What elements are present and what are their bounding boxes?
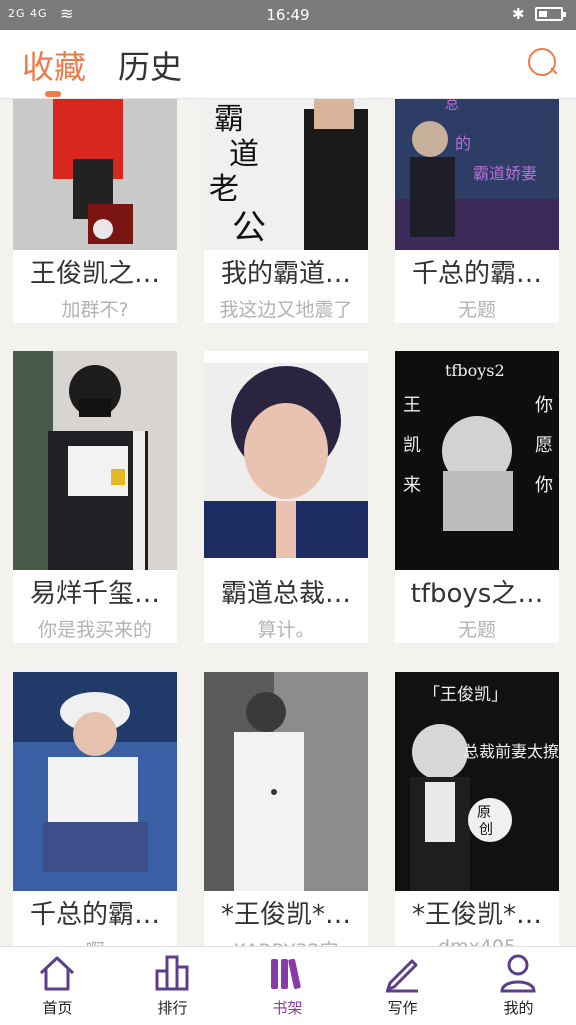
- book-title: 千总的霸…: [411, 259, 542, 289]
- tab-favorites[interactable]: 收藏: [22, 42, 86, 88]
- book-subtitle: 算计。: [257, 619, 315, 641]
- svg-text:你: 你: [535, 395, 553, 416]
- book-title: *王俊凯*…: [411, 900, 542, 930]
- status-bar: 2G 4G ≋ 16:49 ✱: [0, 0, 576, 30]
- book-title: 我的霸道…: [220, 259, 351, 289]
- battery-icon: [535, 7, 566, 21]
- nav-label: 首页: [42, 999, 73, 1017]
- book-cover: [13, 99, 177, 250]
- nav-label: 书架: [272, 999, 303, 1017]
- tab-history[interactable]: 历史: [118, 42, 182, 88]
- book-cover: 霸 道 老 公: [204, 99, 368, 250]
- svg-text:的: 的: [455, 134, 471, 153]
- bookshelf-grid: 王俊凯之… 加群不? 霸 道 老 公 我的霸道… 我这边又地震了 的 霸道娇妻 …: [0, 99, 576, 946]
- top-bar: 收藏 历史: [0, 30, 576, 99]
- svg-text:凯: 凯: [403, 435, 421, 456]
- svg-text:王: 王: [403, 395, 421, 416]
- svg-text:「王俊凯」: 「王俊凯」: [423, 685, 508, 705]
- book-title: 霸道总裁…: [220, 579, 351, 609]
- svg-text:霸道娇妻: 霸道娇妻: [473, 164, 537, 183]
- ranking-icon: [155, 955, 189, 991]
- active-tab-indicator: [45, 91, 61, 97]
- book-subtitle: 加群不?: [61, 299, 129, 321]
- nav-label: 我的: [503, 999, 534, 1017]
- svg-text:霸: 霸: [214, 102, 244, 137]
- bottom-nav: 首页 排行 书架 写作 我的: [0, 946, 576, 1025]
- svg-text:道: 道: [229, 137, 259, 172]
- book-card[interactable]: 的 霸道娇妻 总 千总的霸… 无题: [395, 99, 559, 323]
- svg-text:愿: 愿: [535, 435, 553, 456]
- svg-text:公: 公: [232, 208, 266, 248]
- book-subtitle: 无题: [457, 619, 496, 641]
- home-icon: [39, 956, 75, 991]
- svg-text:总裁前妻太撩人: 总裁前妻太撩人: [463, 742, 559, 761]
- book-cover: [13, 351, 177, 570]
- book-card[interactable]: 霸 道 老 公 我的霸道… 我这边又地震了: [204, 99, 368, 323]
- svg-text:总: 总: [445, 99, 459, 113]
- nav-write[interactable]: 写作: [345, 947, 460, 1025]
- book-card[interactable]: 「王俊凯」 总裁前妻太撩人 原 创 *王俊凯*… dmx405: [395, 672, 559, 946]
- svg-text:创: 创: [479, 822, 493, 838]
- svg-text:原: 原: [477, 805, 491, 821]
- book-cover: [204, 351, 368, 570]
- book-subtitle: KARRY32宝: [204, 936, 368, 946]
- svg-text:来: 来: [403, 475, 421, 496]
- user-icon: [500, 954, 536, 993]
- book-card[interactable]: *王俊凯*… KARRY32宝: [204, 672, 368, 946]
- book-card[interactable]: 王俊凯之… 加群不?: [13, 99, 177, 323]
- svg-text:老: 老: [209, 172, 239, 207]
- book-title: tfboys之…: [410, 579, 544, 609]
- svg-text:tfboys2: tfboys2: [445, 361, 505, 380]
- nav-label: 排行: [157, 999, 188, 1017]
- book-title: 易烊千玺…: [29, 579, 160, 609]
- book-cover: 「王俊凯」 总裁前妻太撩人 原 创: [395, 672, 559, 891]
- bookshelf-icon: [271, 958, 301, 989]
- nav-ranking[interactable]: 排行: [115, 947, 230, 1025]
- book-card[interactable]: 易烊千玺… 你是我买来的: [13, 351, 177, 643]
- nav-profile[interactable]: 我的: [461, 947, 576, 1025]
- book-subtitle: 啊: [13, 936, 177, 946]
- svg-text:你: 你: [535, 475, 553, 496]
- pen-icon: [386, 959, 418, 993]
- book-title: 王俊凯之…: [29, 259, 160, 289]
- book-card[interactable]: 霸道总裁… 算计。: [204, 351, 368, 643]
- book-title: *王俊凯*…: [220, 900, 351, 930]
- book-card[interactable]: tfboys2 王 凯 来 你 愿 你 tfboys之… 无题: [395, 351, 559, 643]
- book-cover: tfboys2 王 凯 来 你 愿 你: [395, 351, 559, 570]
- bluetooth-icon: ✱: [512, 5, 525, 23]
- nav-label: 写作: [387, 999, 418, 1017]
- book-subtitle: 我这边又地震了: [219, 299, 353, 321]
- book-subtitle: dmx405: [395, 936, 559, 946]
- book-subtitle: 无题: [457, 299, 496, 321]
- book-card[interactable]: 千总的霸… 啊: [13, 672, 177, 946]
- nav-home[interactable]: 首页: [0, 947, 115, 1025]
- status-time: 16:49: [266, 6, 310, 24]
- nav-bookshelf[interactable]: 书架: [230, 947, 345, 1025]
- search-icon[interactable]: [528, 48, 556, 76]
- book-cover: [13, 672, 177, 891]
- book-cover: [204, 672, 368, 891]
- book-subtitle: 你是我买来的: [37, 619, 152, 641]
- book-title: 千总的霸…: [29, 900, 160, 930]
- book-cover: 的 霸道娇妻 总: [395, 99, 559, 250]
